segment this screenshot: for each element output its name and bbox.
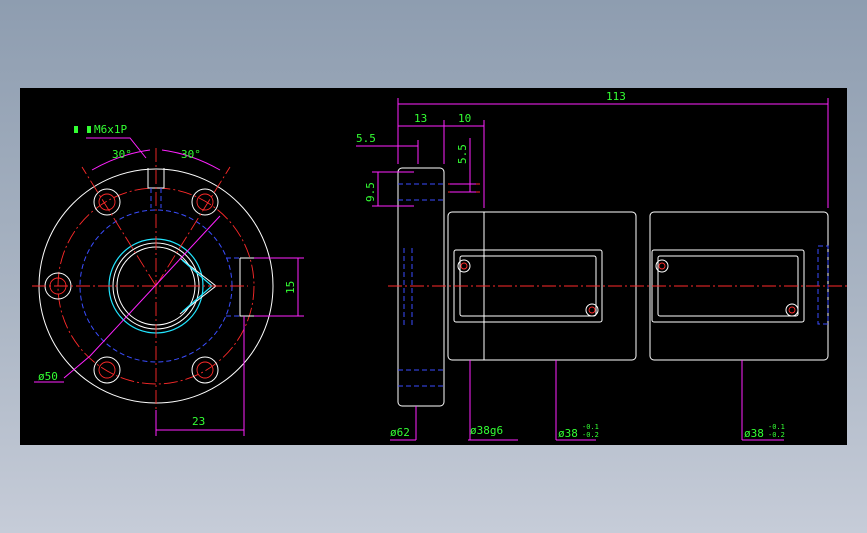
dim-10-label: 10 [458, 112, 471, 125]
side-view: 113 13 10 5.5 5.5 9.5 ø62 ø38g6 ø38 -0.1… [356, 90, 847, 441]
dim-9-5-label: 9.5 [364, 182, 377, 202]
tol-lower-b: -0.2 [768, 431, 785, 439]
dia-62-label: ø62 [390, 426, 410, 439]
dia-38-a-label: ø38 [558, 427, 578, 440]
dim-13-label: 13 [414, 112, 427, 125]
dim-23-label: 23 [192, 415, 205, 428]
dia-38g6-label: ø38g6 [470, 424, 503, 437]
hole-note-label: M6x1P [94, 123, 127, 136]
angle-left-label: 30° [112, 148, 132, 161]
tol-upper-a: -0.1 [582, 423, 599, 431]
front-view: 30° 30° M6x1P ø50 15 23 [32, 123, 304, 436]
dia-38-b-label: ø38 [744, 427, 764, 440]
cad-drawing: 30° 30° M6x1P ø50 15 23 113 13 10 5.5 5.… [32, 90, 847, 441]
dim-113-label: 113 [606, 90, 626, 103]
cad-drawing-viewport[interactable]: 30° 30° M6x1P ø50 15 23 113 13 10 5.5 5.… [20, 88, 847, 445]
dim-15-label: 15 [284, 281, 297, 294]
dia-50-label: ø50 [38, 370, 58, 383]
tol-lower-a: -0.2 [582, 431, 599, 439]
angle-right-label: 30° [181, 148, 201, 161]
tol-upper-b: -0.1 [768, 423, 785, 431]
dim-5-5-h-label: 5.5 [356, 132, 376, 145]
dim-5-5-v-label: 5.5 [456, 144, 469, 164]
hole-note-symbol [74, 126, 78, 133]
side-flange [397, 167, 445, 407]
